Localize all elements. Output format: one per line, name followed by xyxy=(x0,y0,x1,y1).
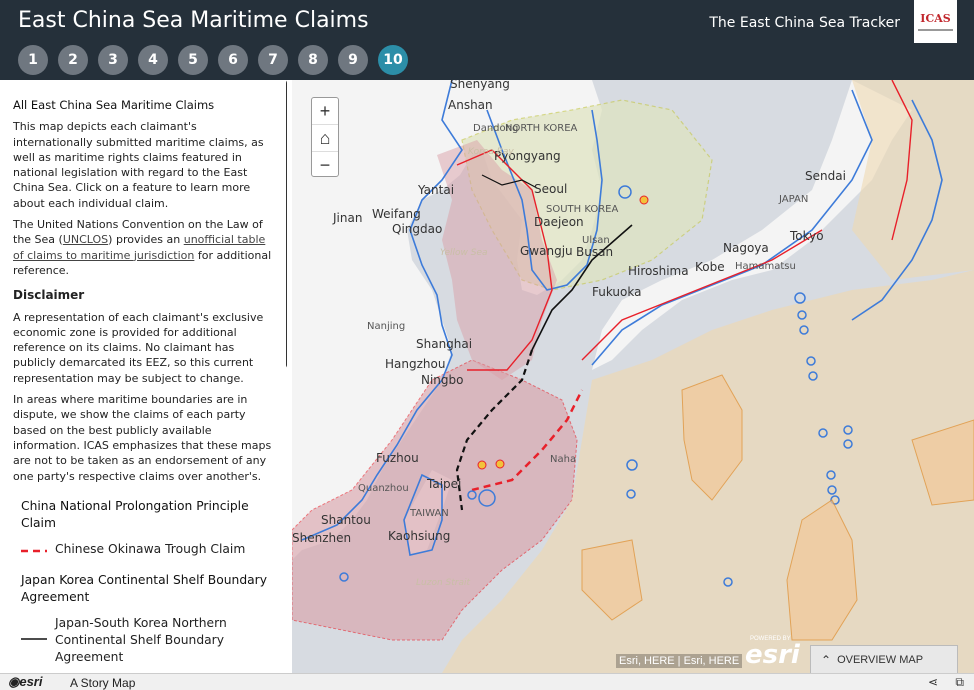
label-weifang: Weifang xyxy=(372,207,421,221)
dispute-paragraph: In areas where maritime boundaries are i… xyxy=(13,393,272,483)
label-taipei: Taipei xyxy=(426,477,461,491)
tab-8[interactable]: 8 xyxy=(298,45,328,75)
footer-story-map-label[interactable]: A Story Map xyxy=(70,676,135,690)
intro-paragraph: This map depicts each claimant's interna… xyxy=(13,120,264,210)
label-yantai: Yantai xyxy=(417,183,454,197)
label-shenzhen: Shenzhen xyxy=(292,531,351,545)
zoom-controls: + ⌂ − xyxy=(311,97,339,177)
legend-group-japan-korea: Japan Korea Continental Shelf Boundary A… xyxy=(21,572,267,604)
label-anshan: Anshan xyxy=(448,98,493,112)
legend-item-japan-korea: Japan-South Korea Northern Continental S… xyxy=(21,615,275,666)
label-south-korea: SOUTH KOREA xyxy=(546,204,618,215)
zoom-out-button[interactable]: − xyxy=(312,152,338,178)
label-shenyang: Shenyang xyxy=(450,80,510,91)
unclos-link[interactable]: UNCLOS xyxy=(63,233,108,246)
label-jinan: Jinan xyxy=(332,211,362,225)
side-panel-content: All East China Sea Maritime Claims This … xyxy=(13,98,275,666)
overview-map-label: OVERVIEW MAP xyxy=(837,654,924,666)
label-nanjing: Nanjing xyxy=(367,321,405,332)
tab-10[interactable]: 10 xyxy=(378,45,408,75)
label-korea-bay: Korea Bay xyxy=(468,147,514,157)
logo-text: ICAS xyxy=(920,12,951,25)
eez-paragraph: A representation of each claimant's excl… xyxy=(13,310,264,385)
footer-esri-text: esri xyxy=(19,674,43,689)
disclaimer-heading: Disclaimer xyxy=(13,288,85,303)
tab-2[interactable]: 2 xyxy=(58,45,88,75)
globe-icon: ◉ xyxy=(8,674,20,689)
map-view[interactable]: Shenyang Anshan Dandong NORTH KOREA Pyon… xyxy=(292,80,974,673)
label-taiwan: TAIWAN xyxy=(409,508,449,519)
tab-7[interactable]: 7 xyxy=(258,45,288,75)
tab-6[interactable]: 6 xyxy=(218,45,248,75)
black-line-icon xyxy=(21,638,47,640)
label-shantou: Shantou xyxy=(321,513,371,527)
chevron-up-icon: ⌃ xyxy=(821,653,832,667)
label-north-korea: NORTH KOREA xyxy=(505,123,578,134)
home-button[interactable]: ⌂ xyxy=(312,125,338,152)
legend-label-japan-korea: Japan-South Korea Northern Continental S… xyxy=(55,615,227,664)
label-fuzhou: Fuzhou xyxy=(376,451,419,465)
label-hamamatsu: Hamamatsu xyxy=(735,261,796,272)
icas-logo[interactable]: ICAS xyxy=(914,0,957,43)
label-daejeon: Daejeon xyxy=(534,215,584,229)
section-heading: All East China Sea Maritime Claims xyxy=(13,98,215,112)
red-dashed-line-icon xyxy=(21,549,47,553)
side-panel: All East China Sea Maritime Claims This … xyxy=(0,80,287,673)
label-seoul: Seoul xyxy=(534,182,567,196)
label-qingdao: Qingdao xyxy=(392,222,442,236)
page-title: East China Sea Maritime Claims xyxy=(18,8,369,33)
tab-3[interactable]: 3 xyxy=(98,45,128,75)
label-kobe: Kobe xyxy=(695,260,725,274)
tab-1[interactable]: 1 xyxy=(18,45,48,75)
esri-map-logo[interactable]: esri xyxy=(745,640,800,670)
unclos-paragraph: The United Nations Convention on the Law… xyxy=(13,217,275,278)
legend-group-china: China National Prolongation Principle Cl… xyxy=(21,498,249,530)
footer-esri-logo[interactable]: ◉esri xyxy=(8,674,42,690)
label-sendai: Sendai xyxy=(805,169,846,183)
external-link-icon[interactable]: ⧉ xyxy=(955,675,964,690)
label-japan: JAPAN xyxy=(778,194,808,205)
label-luzon-strait: Luzon Strait xyxy=(416,578,470,588)
label-nagoya: Nagoya xyxy=(723,241,769,255)
label-busan: Busan xyxy=(576,245,613,259)
label-tokyo: Tokyo xyxy=(789,229,824,243)
label-hangzhou: Hangzhou xyxy=(385,357,445,371)
footer-bar: ◉esri A Story Map ⋖ ⧉ xyxy=(0,673,974,690)
story-tabs: 1 2 3 4 5 6 7 8 9 10 xyxy=(18,45,408,75)
tab-4[interactable]: 4 xyxy=(138,45,168,75)
label-fukuoka: Fukuoka xyxy=(592,285,641,299)
label-kaohsiung: Kaohsiung xyxy=(388,529,450,543)
tab-9[interactable]: 9 xyxy=(338,45,368,75)
label-hiroshima: Hiroshima xyxy=(628,264,689,278)
tab-5[interactable]: 5 xyxy=(178,45,208,75)
side-panel-scrollbar[interactable] xyxy=(286,80,287,368)
unclos-text-b: ) provides an xyxy=(108,233,184,247)
map-attribution: Esri, HERE | Esri, HERE xyxy=(616,654,743,668)
label-ningbo: Ningbo xyxy=(421,373,464,387)
label-yellow-sea: Yellow Sea xyxy=(440,248,488,258)
logo-underline xyxy=(918,29,953,31)
label-shanghai: Shanghai xyxy=(416,337,472,351)
share-icon[interactable]: ⋖ xyxy=(928,675,938,689)
legend-label-okinawa: Chinese Okinawa Trough Claim xyxy=(55,541,246,556)
map-canvas[interactable]: Shenyang Anshan Dandong NORTH KOREA Pyon… xyxy=(292,80,974,673)
label-gwangju: Gwangju xyxy=(520,244,573,258)
legend-item-okinawa: Chinese Okinawa Trough Claim xyxy=(21,541,275,558)
zoom-in-button[interactable]: + xyxy=(312,98,338,125)
overview-map-toggle[interactable]: ⌃ OVERVIEW MAP xyxy=(810,645,958,675)
label-quanzhou: Quanzhou xyxy=(358,483,409,494)
label-naha: Naha xyxy=(550,454,576,465)
tracker-link[interactable]: The East China Sea Tracker xyxy=(709,15,900,31)
app-header: East China Sea Maritime Claims The East … xyxy=(0,0,974,80)
